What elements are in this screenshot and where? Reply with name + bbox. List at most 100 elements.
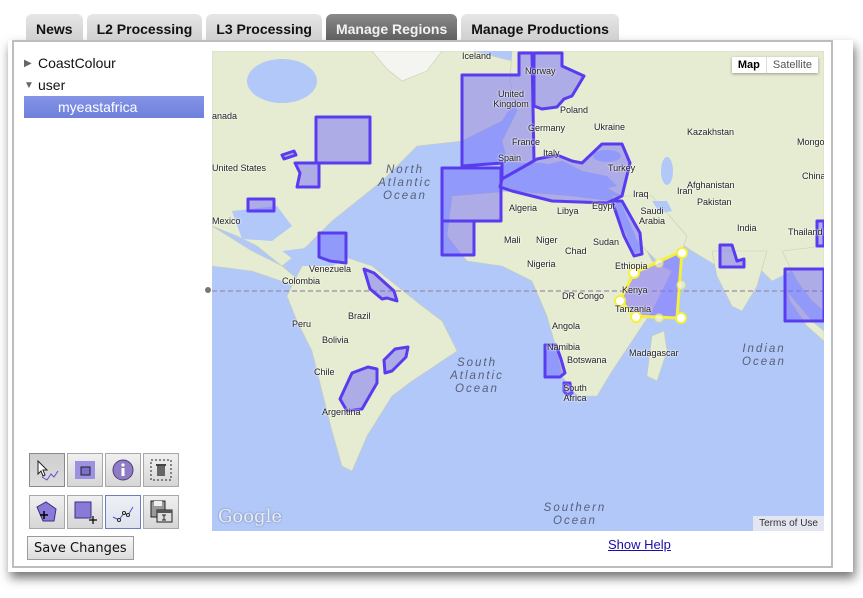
- map-label: Madagascar: [629, 348, 679, 358]
- region-us-east: [293, 161, 321, 189]
- tree-group-label: CoastColour: [38, 55, 116, 71]
- tab-manage-regions[interactable]: Manage Regions: [325, 14, 458, 41]
- tab-bar: News L2 Processing L3 Processing Manage …: [26, 14, 619, 41]
- map-label: Bolivia: [322, 335, 349, 345]
- region-canada-east: [314, 115, 372, 165]
- tab-l3-processing[interactable]: L3 Processing: [206, 14, 322, 41]
- tab-news[interactable]: News: [26, 14, 83, 41]
- map-label: Mali: [504, 235, 521, 245]
- ocean-label-south-atlantic: South Atlantic Ocean: [450, 357, 504, 395]
- map-label: Iceland: [462, 51, 492, 61]
- equator-marker-icon: [205, 287, 211, 293]
- region-biscay-portugal: [440, 166, 503, 223]
- delete-region-tool-button[interactable]: [143, 453, 179, 487]
- map-label: Kazakhstan: [687, 127, 735, 137]
- map-label: Brazil: [348, 311, 371, 321]
- region-caribbean: [317, 231, 348, 265]
- hudson-bay: [247, 59, 317, 103]
- map-label: Mexico: [212, 216, 241, 226]
- midpoint-handle: [654, 313, 664, 323]
- info-icon: [112, 459, 134, 481]
- map-view[interactable]: anada Iceland Norway United Kingdom Pola…: [212, 51, 824, 531]
- tree-group-label: user: [38, 77, 66, 93]
- map-label: Spain: [498, 153, 522, 163]
- map-label: Kenya: [622, 285, 648, 295]
- map-label: Pakistan: [697, 197, 732, 207]
- region-gulf-mexico: [246, 197, 276, 213]
- map-label: France: [512, 137, 541, 147]
- show-help-link[interactable]: Show Help: [608, 537, 671, 552]
- save-changes-button[interactable]: Save Changes: [27, 536, 134, 560]
- map-label: anada: [212, 111, 238, 121]
- map-label: Egypt: [592, 201, 616, 211]
- map-label: Afghanistan: [687, 180, 735, 190]
- map-label: Botswana: [567, 355, 607, 365]
- map-label: Sudan: [593, 237, 620, 247]
- draw-polyline-tool-button[interactable]: [105, 495, 141, 529]
- map-label: Saudi Arabia: [638, 206, 665, 226]
- map-label: Chile: [314, 367, 335, 377]
- map-label: Tanzania: [615, 304, 652, 314]
- map-label: Algeria: [509, 203, 538, 213]
- map-label: DR Congo: [562, 291, 605, 301]
- map-label: Mongol: [797, 137, 824, 147]
- save-export-icon: [150, 500, 173, 523]
- midpoint-handle: [654, 258, 664, 268]
- map-label: India: [737, 223, 757, 233]
- ocean-label-north-atlantic: North Atlantic Ocean: [378, 164, 432, 202]
- map-label: Peru: [292, 319, 312, 329]
- map-label: Libya: [557, 206, 579, 216]
- map-label: United Kingdom: [493, 89, 529, 109]
- add-polygon-tool-button[interactable]: [29, 495, 65, 529]
- map-label: Italy: [543, 148, 560, 158]
- add-rectangle-icon: [74, 501, 97, 524]
- map-label: Poland: [560, 105, 589, 115]
- map-canvas[interactable]: [212, 51, 824, 531]
- export-region-tool-button[interactable]: [143, 495, 179, 529]
- select-edit-tool-button[interactable]: [29, 453, 65, 487]
- map-label: Germany: [528, 123, 566, 133]
- terms-of-use-link[interactable]: Terms of Use: [753, 516, 824, 531]
- map-label: Venezuela: [309, 264, 352, 274]
- tree-item-selected-region[interactable]: myeastafrica: [24, 96, 204, 118]
- map-label: Argentina: [322, 407, 361, 417]
- map-label: Namibia: [547, 342, 581, 352]
- map-label: Colombia: [282, 276, 321, 286]
- select-cursor-icon: [37, 459, 59, 481]
- region-sumatra: [783, 267, 824, 323]
- map-label: Ethiopia: [615, 261, 648, 271]
- tree-group-coastcolour[interactable]: ▶ CoastColour: [24, 52, 204, 74]
- map-label: Turkey: [608, 163, 636, 173]
- region-tree: ▶ CoastColour ▼ user myeastafrica: [24, 52, 204, 118]
- region-info-tool-button[interactable]: [105, 453, 141, 487]
- collapsed-triangle-icon[interactable]: ▶: [24, 58, 38, 69]
- google-logo: Google: [218, 506, 282, 527]
- midpoint-handle: [676, 280, 686, 290]
- map-label: Iraq: [633, 189, 649, 199]
- map-label: Ukraine: [594, 122, 626, 132]
- zoom-region-icon: [75, 461, 95, 479]
- vertex-handle: [676, 247, 688, 259]
- expanded-triangle-icon[interactable]: ▼: [24, 80, 38, 91]
- region-toolbar: [29, 453, 179, 529]
- tree-group-user[interactable]: ▼ user: [24, 74, 204, 96]
- map-label: Iran: [677, 186, 693, 196]
- tab-l2-processing[interactable]: L2 Processing: [86, 14, 203, 41]
- map-type-map-button[interactable]: Map: [731, 57, 767, 73]
- map-label: Chad: [565, 246, 587, 256]
- vertex-handle: [675, 312, 687, 324]
- add-rectangle-tool-button[interactable]: [67, 495, 103, 529]
- add-polygon-icon: [36, 501, 57, 522]
- map-type-control: Map Satellite: [731, 57, 818, 73]
- ocean-label-southern: Southern Ocean: [543, 502, 607, 527]
- tab-manage-productions[interactable]: Manage Productions: [461, 14, 619, 41]
- polyline-icon: [112, 506, 134, 522]
- map-label: United States: [212, 163, 267, 173]
- map-label: Nigeria: [527, 259, 556, 269]
- map-label: Thailand: [788, 227, 823, 237]
- zoom-to-region-tool-button[interactable]: [67, 453, 103, 487]
- trash-icon: [150, 459, 172, 481]
- caspian-sea: [661, 157, 673, 185]
- map-type-satellite-button[interactable]: Satellite: [766, 57, 818, 73]
- map-label: South Africa: [563, 383, 587, 403]
